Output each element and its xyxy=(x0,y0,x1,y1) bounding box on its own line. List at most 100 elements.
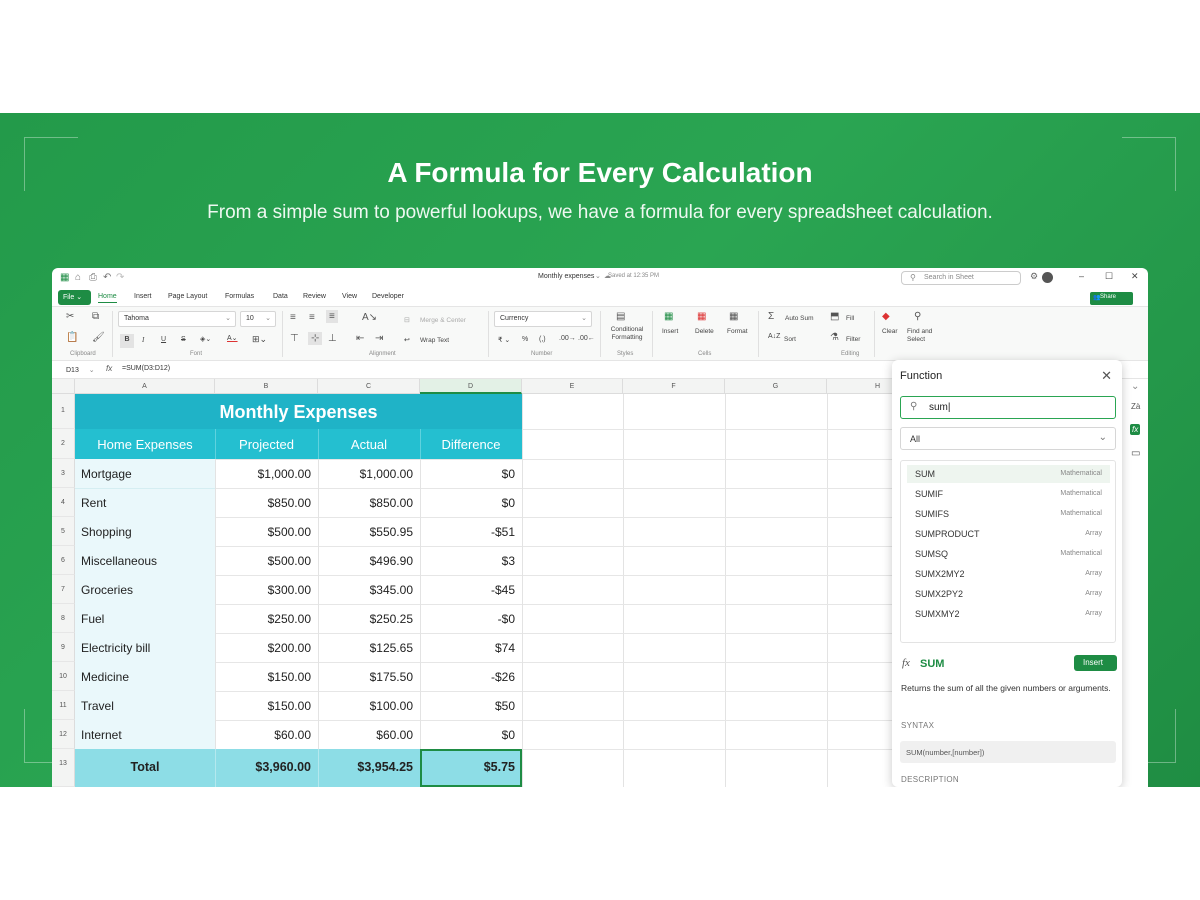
insert-function-button[interactable]: Insert xyxy=(1074,655,1117,671)
align-center-icon[interactable]: ≡ xyxy=(309,312,315,323)
row-header[interactable]: 3 xyxy=(52,459,75,488)
header-actual[interactable]: Actual xyxy=(318,437,420,452)
projected-cell[interactable]: $60.00 xyxy=(215,728,311,742)
bold-button[interactable]: B xyxy=(120,334,134,348)
function-list-item[interactable]: SUMIFS Mathematical xyxy=(907,505,1110,523)
comma-style-icon[interactable]: (,) xyxy=(539,336,546,343)
function-search-input[interactable]: ⚲ sum| xyxy=(900,396,1116,419)
projected-cell[interactable]: $200.00 xyxy=(215,641,311,655)
difference-cell[interactable]: $3 xyxy=(420,554,515,568)
font-size-select[interactable]: 10 ⌄ xyxy=(240,311,276,327)
tab-page-layout[interactable]: Page Layout xyxy=(168,293,207,300)
function-list-item[interactable]: SUMX2PY2 Array xyxy=(907,585,1110,603)
row-header[interactable]: 11 xyxy=(52,691,75,720)
format-painter-icon[interactable]: 🖌 xyxy=(92,332,105,343)
difference-cell[interactable]: $0 xyxy=(420,496,515,510)
total-actual[interactable]: $3,954.25 xyxy=(318,760,413,774)
copy-icon[interactable]: ⧉ xyxy=(92,311,99,322)
percent-icon[interactable]: % xyxy=(522,336,528,343)
expense-name-cell[interactable]: Travel xyxy=(81,699,211,713)
font-color-button[interactable]: A⌄ xyxy=(227,334,238,342)
wrap-text-button[interactable]: Wrap Text xyxy=(420,337,449,344)
row-header[interactable]: 9 xyxy=(52,633,75,662)
actual-cell[interactable]: $175.50 xyxy=(318,670,413,684)
actual-cell[interactable]: $100.00 xyxy=(318,699,413,713)
align-top-icon[interactable]: ⊤ xyxy=(290,333,299,344)
expense-name-cell[interactable]: Shopping xyxy=(81,525,211,539)
expense-name-cell[interactable]: Groceries xyxy=(81,583,211,597)
cut-icon[interactable]: ✂ xyxy=(66,311,74,322)
function-list-item[interactable]: SUMSQ Mathematical xyxy=(907,545,1110,563)
expense-name-cell[interactable]: Internet xyxy=(81,728,211,742)
tab-home[interactable]: Home xyxy=(98,293,117,303)
actual-cell[interactable]: $496.90 xyxy=(318,554,413,568)
tab-view[interactable]: View xyxy=(342,293,357,300)
align-right-icon[interactable]: ≡ xyxy=(326,310,338,323)
difference-cell[interactable]: $0 xyxy=(420,728,515,742)
expense-name-cell[interactable]: Miscellaneous xyxy=(81,554,211,568)
difference-cell[interactable]: -$45 xyxy=(420,583,515,597)
function-list-item[interactable]: SUM Mathematical xyxy=(907,465,1110,483)
formula-input[interactable]: =SUM(D3:D12) xyxy=(122,365,170,372)
actual-cell[interactable]: $60.00 xyxy=(318,728,413,742)
settings-icon[interactable]: ⚙ xyxy=(1030,271,1038,282)
sheet-search-input[interactable]: ⚲ Search in Sheet xyxy=(901,271,1021,285)
actual-cell[interactable]: $550.95 xyxy=(318,525,413,539)
tab-insert[interactable]: Insert xyxy=(134,293,152,300)
header-projected[interactable]: Projected xyxy=(215,437,318,452)
total-label[interactable]: Total xyxy=(75,760,215,774)
header-home-expenses[interactable]: Home Expenses xyxy=(75,437,215,452)
expense-name-cell[interactable]: Mortgage xyxy=(81,467,211,481)
text-orientation-icon[interactable]: A↘ xyxy=(362,312,377,323)
difference-cell[interactable]: -$0 xyxy=(420,612,515,626)
projected-cell[interactable]: $150.00 xyxy=(215,670,311,684)
find-select-button[interactable]: Find and Select xyxy=(907,328,937,344)
actual-cell[interactable]: $345.00 xyxy=(318,583,413,597)
projected-cell[interactable]: $500.00 xyxy=(215,525,311,539)
merge-center-button[interactable]: Merge & Center xyxy=(420,317,466,324)
row-header[interactable]: 8 xyxy=(52,604,75,633)
chevron-down-icon[interactable]: ⌄ xyxy=(595,272,601,280)
actual-cell[interactable]: $250.25 xyxy=(318,612,413,626)
document-title[interactable]: Monthly expenses xyxy=(538,273,594,280)
decrease-decimal-icon[interactable]: .00← xyxy=(578,335,595,342)
currency-icon[interactable]: ₹ ⌄ xyxy=(498,336,510,344)
indent-decrease-icon[interactable]: ⇤ xyxy=(356,333,364,344)
number-format-select[interactable]: Currency ⌄ xyxy=(494,311,592,327)
tab-developer[interactable]: Developer xyxy=(372,293,404,300)
align-bottom-icon[interactable]: ⊥ xyxy=(328,333,337,344)
increase-decimal-icon[interactable]: .00→ xyxy=(559,335,576,342)
column-header-g[interactable]: G xyxy=(725,379,827,394)
function-list-item[interactable]: SUMPRODUCT Array xyxy=(907,525,1110,543)
column-header-a[interactable]: A xyxy=(75,379,215,394)
column-header-d[interactable]: D xyxy=(420,379,522,394)
row-header[interactable]: 1 xyxy=(52,394,75,429)
tab-review[interactable]: Review xyxy=(303,293,326,300)
file-menu-button[interactable]: File ⌄ xyxy=(58,290,91,305)
filter-button[interactable]: Filter xyxy=(846,336,860,343)
delete-cells-button[interactable]: Delete xyxy=(695,328,714,335)
header-difference[interactable]: Difference xyxy=(420,437,522,452)
function-category-select[interactable]: All ⌄ xyxy=(900,427,1116,450)
chevron-down-icon[interactable]: ⌄ xyxy=(1131,381,1139,392)
underline-button[interactable]: U xyxy=(161,336,166,343)
actual-cell[interactable]: $125.65 xyxy=(318,641,413,655)
difference-cell[interactable]: -$26 xyxy=(420,670,515,684)
function-panel-icon[interactable]: fx xyxy=(1130,424,1141,435)
minimize-icon[interactable]: – xyxy=(1079,271,1084,281)
close-icon[interactable]: ✕ xyxy=(1101,368,1112,384)
insert-cells-button[interactable]: Insert xyxy=(662,328,678,335)
indent-increase-icon[interactable]: ⇥ xyxy=(375,333,383,344)
expense-name-cell[interactable]: Electricity bill xyxy=(81,641,211,655)
column-header-f[interactable]: F xyxy=(623,379,725,394)
function-list-item[interactable]: SUMXMY2 Array xyxy=(907,605,1110,623)
difference-cell[interactable]: $0 xyxy=(420,467,515,481)
row-header[interactable]: 5 xyxy=(52,517,75,546)
name-box[interactable]: D13 ⌄ xyxy=(56,364,96,376)
expense-name-cell[interactable]: Fuel xyxy=(81,612,211,626)
row-header[interactable]: 2 xyxy=(52,429,75,459)
auto-sum-button[interactable]: Auto Sum xyxy=(785,315,814,322)
function-list-item[interactable]: SUMIF Mathematical xyxy=(907,485,1110,503)
projected-cell[interactable]: $250.00 xyxy=(215,612,311,626)
row-header[interactable]: 10 xyxy=(52,662,75,691)
